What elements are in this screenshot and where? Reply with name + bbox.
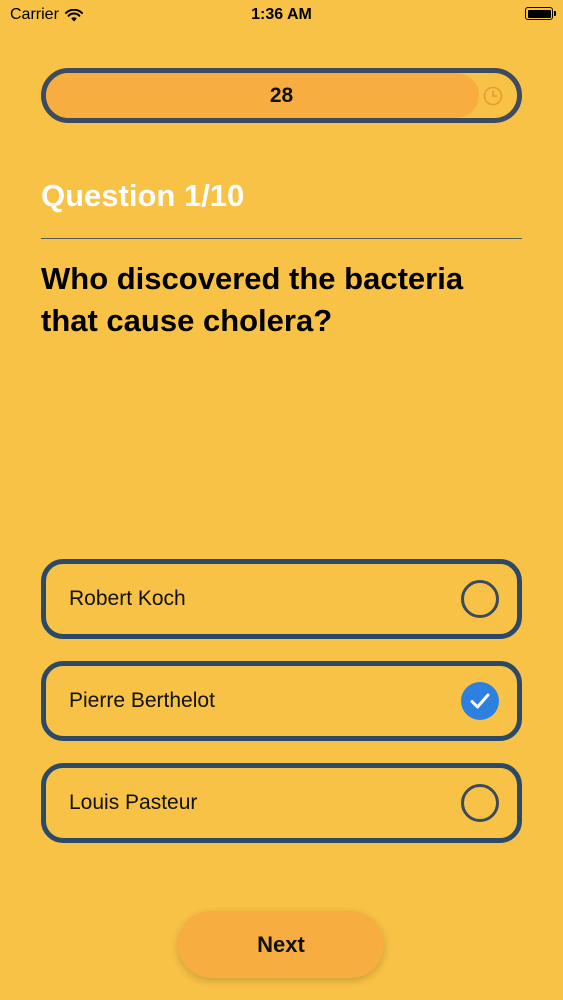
next-button[interactable]: Next (178, 911, 384, 978)
status-bar: Carrier 1:36 AM (0, 0, 563, 30)
option-robert-koch[interactable]: Robert Koch (41, 559, 522, 639)
radio-checked-icon[interactable] (461, 682, 499, 720)
radio-unchecked-icon[interactable] (461, 784, 499, 822)
option-pierre-berthelot[interactable]: Pierre Berthelot (41, 661, 522, 741)
option-label: Louis Pasteur (69, 791, 198, 814)
option-label: Robert Koch (69, 587, 186, 610)
divider (41, 238, 522, 239)
status-time: 1:36 AM (251, 6, 312, 23)
question-text: Who discovered the bacteria that cause c… (41, 261, 464, 338)
battery-icon (525, 7, 556, 20)
radio-unchecked-icon[interactable] (461, 580, 499, 618)
question-counter: Question 1/10 (41, 178, 245, 213)
timer-value: 28 (269, 83, 294, 107)
option-label: Pierre Berthelot (69, 689, 215, 712)
timer-bar: 28 (41, 68, 522, 123)
option-louis-pasteur[interactable]: Louis Pasteur (41, 763, 522, 843)
clock-icon (483, 86, 503, 106)
